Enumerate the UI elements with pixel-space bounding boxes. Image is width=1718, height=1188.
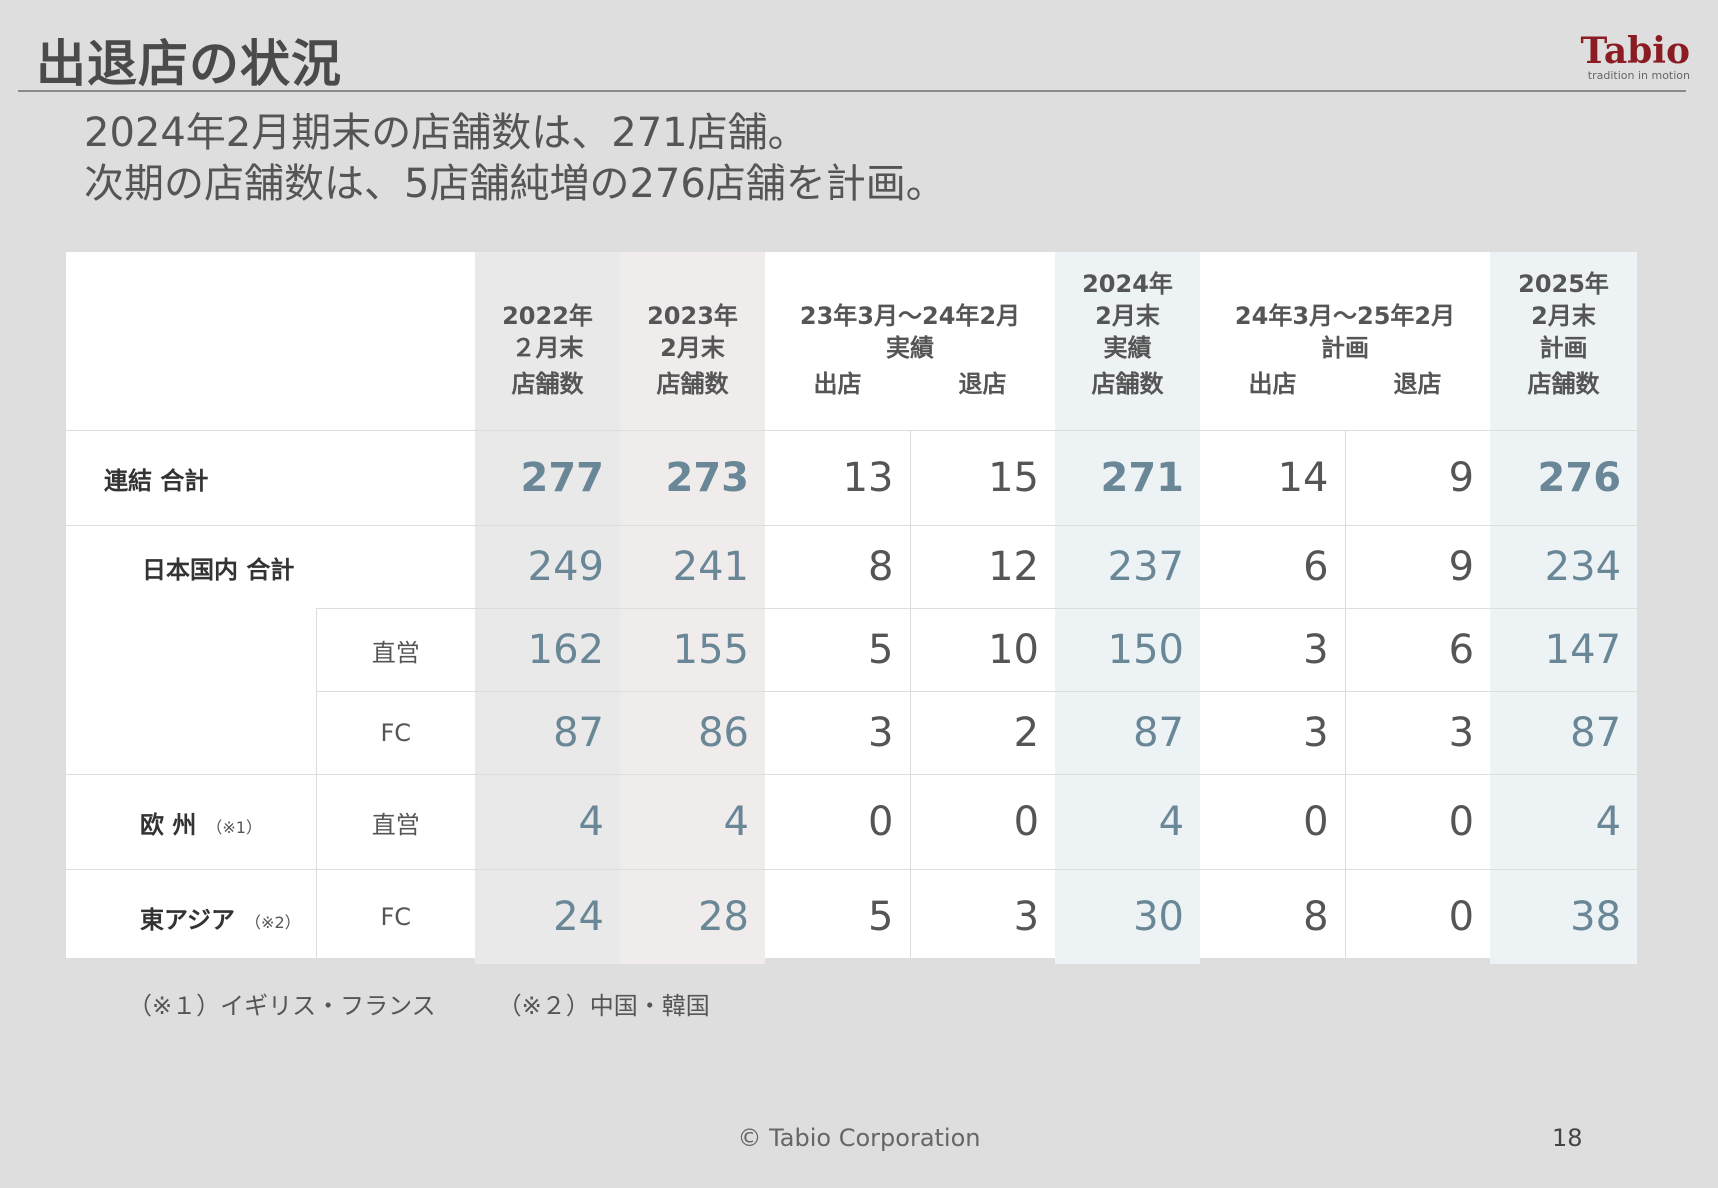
row-label-domestic-fc: FC xyxy=(315,691,475,775)
table-row: 直営 162 155 5 10 150 3 6 147 xyxy=(66,608,1638,692)
row-label-east-asia: 東アジア （※2） xyxy=(66,869,316,964)
cell-direct-2023: 155 xyxy=(620,608,765,692)
cell-domestic-2024: 237 xyxy=(1055,525,1201,609)
cell-fc-2022: 87 xyxy=(475,691,620,775)
europe-note-marker: （※1） xyxy=(206,817,262,837)
cell-domestic-close-plan: 9 xyxy=(1344,525,1491,609)
cell-total-close-actual: 15 xyxy=(909,430,1056,526)
cell-direct-close-actual: 10 xyxy=(909,608,1056,692)
east-asia-label: 東アジア xyxy=(140,905,236,934)
table-row: 東アジア （※2） FC 24 28 5 3 30 8 0 38 xyxy=(66,869,1638,964)
cell-europe-2023: 4 xyxy=(620,774,765,870)
cell-direct-2025: 147 xyxy=(1490,608,1638,692)
copyright: © Tabio Corporation xyxy=(737,1124,981,1152)
cell-fc-open-actual: 3 xyxy=(765,691,910,775)
cell-direct-open-actual: 5 xyxy=(765,608,910,692)
cell-direct-close-plan: 6 xyxy=(1344,608,1491,692)
cell-eastasia-2025: 38 xyxy=(1490,869,1638,964)
cell-europe-2024: 4 xyxy=(1055,774,1201,870)
page-title: 出退店の状況 xyxy=(36,35,342,93)
table-row: 日本国内 合計 249 241 8 12 237 6 9 234 xyxy=(66,525,1638,609)
cell-europe-close-actual: 0 xyxy=(909,774,1056,870)
cell-fc-2025: 87 xyxy=(1490,691,1638,775)
cell-fc-close-plan: 3 xyxy=(1344,691,1491,775)
cell-europe-close-plan: 0 xyxy=(1344,774,1491,870)
subheader-stores-2022: 店舗数 xyxy=(475,364,620,431)
cell-europe-open-actual: 0 xyxy=(765,774,910,870)
europe-label: 欧 州 xyxy=(140,810,197,839)
cell-direct-2022: 162 xyxy=(475,608,620,692)
subheader-close-actual: 退店 xyxy=(958,370,1007,398)
cell-eastasia-close-plan: 0 xyxy=(1344,869,1491,964)
cell-domestic-2023: 241 xyxy=(620,525,765,609)
cell-eastasia-2024: 30 xyxy=(1055,869,1201,964)
header-actual-period: 23年3月～24年2月 実績 xyxy=(799,302,1021,362)
header-2025: 2025年 2月末 計画 xyxy=(1490,252,1638,364)
cell-fc-close-actual: 2 xyxy=(909,691,1056,775)
cell-eastasia-2022: 24 xyxy=(475,869,620,964)
cell-europe-2022: 4 xyxy=(475,774,620,870)
row-label-europe-direct: 直営 xyxy=(315,774,475,870)
cell-direct-2024: 150 xyxy=(1055,608,1201,692)
cell-eastasia-2023: 28 xyxy=(620,869,765,964)
footnote-2: （※２）中国・韓国 xyxy=(497,992,710,1020)
cell-fc-2023: 86 xyxy=(620,691,765,775)
cell-domestic-open-plan: 6 xyxy=(1200,525,1346,609)
cell-domestic-2025: 234 xyxy=(1490,525,1638,609)
cell-fc-open-plan: 3 xyxy=(1200,691,1346,775)
subheader-stores-2024: 店舗数 xyxy=(1055,364,1201,431)
cell-total-close-plan: 9 xyxy=(1344,430,1491,526)
cell-fc-2024: 87 xyxy=(1055,691,1201,775)
header-2023: 2023年 2月末 xyxy=(620,252,765,364)
footnote-1: （※１）イギリス・フランス xyxy=(128,992,436,1020)
title-divider xyxy=(18,90,1686,92)
header-2022: 2022年 ２月末 xyxy=(475,252,620,364)
row-label-domestic: 日本国内 合計 xyxy=(66,525,475,609)
header-2024: 2024年 2月末 実績 xyxy=(1055,252,1201,364)
cell-europe-2025: 4 xyxy=(1490,774,1638,870)
header-plan-period: 24年3月～25年2月 計画 xyxy=(1234,302,1456,362)
cell-total-open-plan: 14 xyxy=(1200,430,1346,526)
subheader-stores-2025: 店舗数 xyxy=(1490,364,1638,431)
cell-total-2024: 271 xyxy=(1055,430,1201,526)
cell-eastasia-open-plan: 8 xyxy=(1200,869,1346,964)
tabio-logo: Tabio tradition in motion xyxy=(1560,32,1690,82)
header-blank xyxy=(66,252,475,364)
headline: 2024年2月期末の店舗数は、271店舗。 次期の店舗数は、5店舗純増の276店… xyxy=(84,108,946,210)
row-label-europe: 欧 州 （※1） xyxy=(66,774,316,870)
cell-eastasia-open-actual: 5 xyxy=(765,869,910,964)
table-row: 欧 州 （※1） 直営 4 4 0 0 4 0 0 4 xyxy=(66,774,1638,870)
cell-total-open-actual: 13 xyxy=(765,430,910,526)
footnotes: （※１）イギリス・フランス （※２）中国・韓国 xyxy=(128,986,710,1021)
cell-eastasia-close-actual: 3 xyxy=(909,869,1056,964)
headline-line-1: 2024年2月期末の店舗数は、271店舗。 xyxy=(84,110,808,156)
cell-domestic-close-actual: 12 xyxy=(909,525,1056,609)
cell-total-2022: 277 xyxy=(475,430,620,526)
logo-wordmark: Tabio xyxy=(1580,30,1690,72)
table-row: FC 87 86 3 2 87 3 3 87 xyxy=(66,691,1638,775)
subheader-stores-2023: 店舗数 xyxy=(620,364,765,431)
store-count-table: 2022年 ２月末 2023年 2月末 23年3月～24年2月 実績 2024年… xyxy=(66,252,1638,964)
row-label-total: 連結 合計 xyxy=(66,430,475,526)
subheader-open-plan: 出店 xyxy=(1248,370,1297,398)
cell-direct-open-plan: 3 xyxy=(1200,608,1346,692)
cell-total-2023: 273 xyxy=(620,430,765,526)
subheader-open-actual: 出店 xyxy=(813,370,862,398)
subheader-close-plan: 退店 xyxy=(1393,370,1442,398)
cell-domestic-open-actual: 8 xyxy=(765,525,910,609)
headline-line-2: 次期の店舗数は、5店舗純増の276店舗を計画。 xyxy=(84,161,946,207)
cell-domestic-2022: 249 xyxy=(475,525,620,609)
row-indent xyxy=(66,692,316,775)
row-label-domestic-direct: 直営 xyxy=(315,608,475,692)
row-label-east-asia-fc: FC xyxy=(315,869,475,964)
east-asia-note-marker: （※2） xyxy=(245,912,301,932)
page-number: 18 xyxy=(1552,1124,1583,1152)
cell-europe-open-plan: 0 xyxy=(1200,774,1346,870)
table-row: 連結 合計 277 273 13 15 271 14 9 276 xyxy=(66,430,1638,526)
row-indent xyxy=(66,609,316,692)
subheader-blank xyxy=(66,364,475,431)
cell-total-2025: 276 xyxy=(1490,430,1638,526)
